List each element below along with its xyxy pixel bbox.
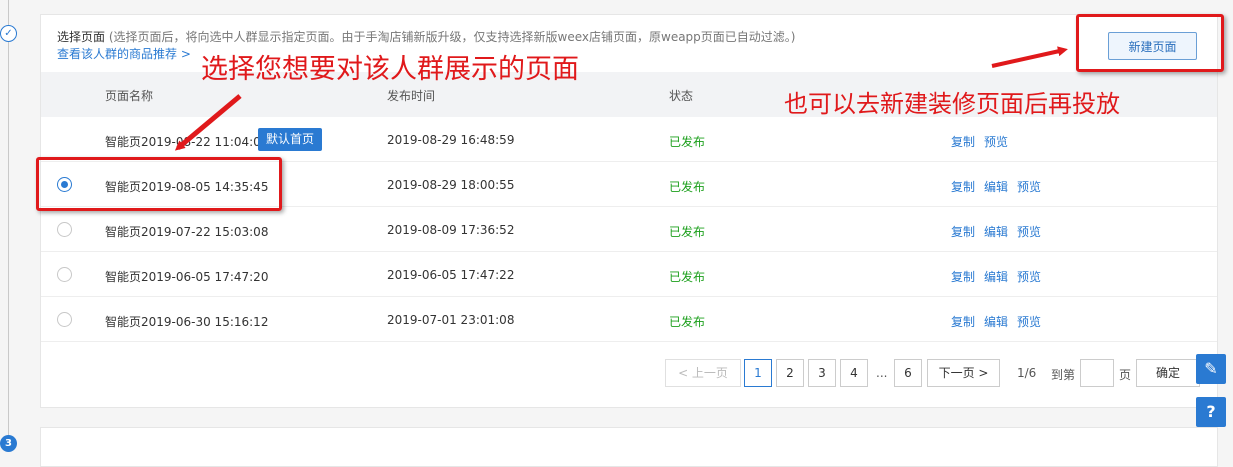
row-actions: 复制 预览 <box>951 133 1017 150</box>
side-help-icon[interactable]: ? <box>1196 397 1226 427</box>
view-recommended-products-link[interactable]: 查看该人群的商品推荐 > <box>57 45 191 62</box>
preview-link[interactable]: 预览 <box>1017 315 1041 329</box>
row-page-name: 智能页2019-07-22 15:03:08 <box>105 225 269 239</box>
default-homepage-badge: 默认首页 <box>258 128 323 151</box>
row-publish-time: 2019-08-29 18:00:55 <box>387 178 515 192</box>
copy-link[interactable]: 复制 <box>951 225 975 239</box>
copy-link[interactable]: 复制 <box>951 315 975 329</box>
preview-link[interactable]: 预览 <box>984 135 1008 149</box>
header-status: 状态 <box>669 89 694 103</box>
section-title: 选择页面 (选择页面后，将向选中人群显示指定页面。由于手淘店铺新版升级，仅支持选… <box>57 30 796 44</box>
row-status: 已发布 <box>669 135 706 149</box>
row-publish-time: 2019-06-05 17:47:22 <box>387 268 515 282</box>
annotation-text-right: 也可以去新建装修页面后再投放 <box>784 90 1120 118</box>
copy-link[interactable]: 复制 <box>951 135 975 149</box>
row-actions: 复制 编辑 预览 <box>951 223 1050 240</box>
header-page-name: 页面名称 <box>105 89 154 103</box>
row-page-name: 智能页2019-08-22 11:04:02 <box>105 135 269 149</box>
annotation-box-selected-row <box>36 157 282 211</box>
preview-link[interactable]: 预览 <box>1017 180 1041 194</box>
row-actions: 复制 编辑 预览 <box>951 313 1050 330</box>
row-page-name: 智能页2019-06-05 17:47:20 <box>105 270 269 284</box>
page-button-6[interactable]: 6 <box>894 359 922 387</box>
step-connector-line <box>8 0 9 450</box>
row-radio[interactable] <box>57 312 72 327</box>
row-actions: 复制 编辑 预览 <box>951 268 1050 285</box>
page-button-1[interactable]: 1 <box>744 359 772 387</box>
table-row: 智能页2019-06-05 17:47:20 2019-06-05 17:47:… <box>41 252 1217 297</box>
copy-link[interactable]: 复制 <box>951 270 975 284</box>
table-row: 智能页2019-08-22 11:04:02 默认首页 2019-08-29 1… <box>41 117 1217 162</box>
page-count: 1/6 <box>1017 366 1037 380</box>
preview-link[interactable]: 预览 <box>1017 225 1041 239</box>
edit-link[interactable]: 编辑 <box>984 270 1008 284</box>
step-completed-check-icon: ✓ <box>0 25 17 42</box>
row-actions: 复制 编辑 预览 <box>951 178 1050 195</box>
row-radio[interactable] <box>57 222 72 237</box>
row-page-name: 智能页2019-06-30 15:16:12 <box>105 315 269 329</box>
pagination: < 上一页 1 2 3 4 ... 6 下一页 > 1/6 到第 页 确定 <box>41 359 1217 389</box>
edit-link[interactable]: 编辑 <box>984 180 1008 194</box>
step-number-badge: 3 <box>0 435 17 452</box>
row-radio[interactable] <box>57 267 72 282</box>
page-button-4[interactable]: 4 <box>840 359 868 387</box>
goto-page-input[interactable] <box>1080 359 1114 387</box>
edit-link[interactable]: 编辑 <box>984 225 1008 239</box>
row-publish-time: 2019-07-01 23:01:08 <box>387 313 515 327</box>
page-button-3[interactable]: 3 <box>808 359 836 387</box>
next-step-panel <box>40 427 1218 467</box>
edit-link[interactable]: 编辑 <box>984 315 1008 329</box>
row-status: 已发布 <box>669 180 706 194</box>
annotation-box-new-page <box>1076 14 1224 72</box>
row-status: 已发布 <box>669 270 706 284</box>
goto-confirm-button[interactable]: 确定 <box>1136 359 1200 387</box>
preview-link[interactable]: 预览 <box>1017 270 1041 284</box>
goto-suffix: 页 <box>1119 368 1132 382</box>
row-status: 已发布 <box>669 225 706 239</box>
table-row: 智能页2019-07-22 15:03:08 2019-08-09 17:36:… <box>41 207 1217 252</box>
annotation-text-left: 选择您想要对该人群展示的页面 <box>201 54 579 85</box>
row-publish-time: 2019-08-29 16:48:59 <box>387 133 515 147</box>
row-publish-time: 2019-08-09 17:36:52 <box>387 223 515 237</box>
section-description: (选择页面后，将向选中人群显示指定页面。由于手淘店铺新版升级，仅支持选择新版we… <box>108 30 796 44</box>
next-page-button[interactable]: 下一页 > <box>927 359 1000 387</box>
prev-page-button[interactable]: < 上一页 <box>665 359 741 387</box>
header-publish-time: 发布时间 <box>387 89 436 103</box>
pagination-ellipsis: ... <box>876 366 888 380</box>
goto-prefix: 到第 <box>1051 368 1076 382</box>
page-button-2[interactable]: 2 <box>776 359 804 387</box>
side-edit-pencil-icon[interactable]: ✎ <box>1196 354 1226 384</box>
copy-link[interactable]: 复制 <box>951 180 975 194</box>
table-row: 智能页2019-06-30 15:16:12 2019-07-01 23:01:… <box>41 297 1217 342</box>
row-status: 已发布 <box>669 315 706 329</box>
